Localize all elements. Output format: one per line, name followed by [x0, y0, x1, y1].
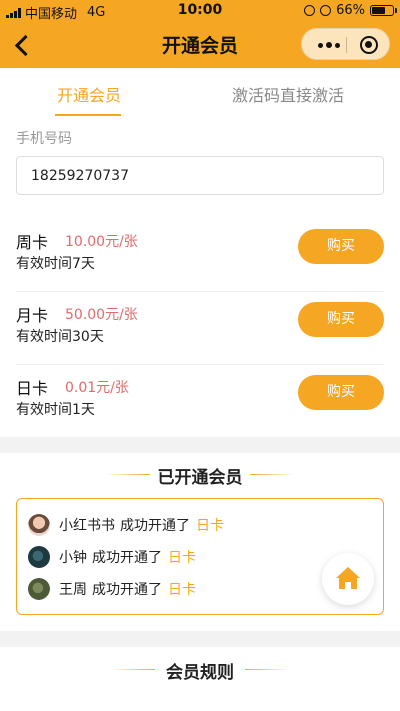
member-user: 王周 [59, 582, 87, 598]
plan-card-week: 周卡 10.00元/张 有效时间7天 购买 [16, 220, 384, 292]
battery-percent: 66% [336, 3, 365, 18]
members-section: 已开通会员 小红书书 成功开通了 日卡 小钟 成功开通了 日卡 王周 成功开通了… [0, 453, 400, 631]
main-panel: 开通会员 激活码直接激活 手机号码 18259270737 周卡 10.00元/… [0, 68, 400, 437]
avatar [28, 546, 50, 568]
member-action: 成功开通了 [92, 582, 162, 598]
buy-button-month[interactable]: 购买 [298, 302, 384, 337]
member-action: 成功开通了 [92, 550, 162, 566]
miniprogram-capsule [301, 28, 390, 60]
member-plan: 日卡 [168, 582, 196, 598]
member-plan: 日卡 [196, 518, 224, 534]
phone-label: 手机号码 [16, 131, 72, 147]
more-icon[interactable] [314, 37, 344, 53]
list-item: 王周 成功开通了 日卡 [28, 577, 196, 601]
plan-name: 月卡 [16, 306, 49, 325]
plan-name: 周卡 [16, 233, 49, 252]
active-tab-indicator [55, 114, 121, 116]
plan-price: 50.00元/张 [65, 307, 138, 323]
plan-period: 有效时间1天 [16, 402, 95, 418]
battery-fill [372, 7, 385, 14]
nav-bar: 开通会员 [0, 22, 400, 68]
member-user: 小钟 [59, 550, 87, 566]
avatar [28, 578, 50, 600]
title-line-right [245, 669, 290, 670]
alarm-icon [320, 5, 332, 16]
tab-activation-code[interactable]: 激活码直接激活 [232, 82, 344, 106]
status-right: 66% [304, 3, 397, 18]
list-item: 小红书书 成功开通了 日卡 [28, 513, 224, 537]
divider [16, 291, 384, 292]
battery-icon [370, 5, 397, 16]
plan-card-month: 月卡 50.00元/张 有效时间30天 购买 [16, 293, 384, 365]
header-bar: 中国移动 4G 10:00 66% 开通会员 [0, 0, 400, 68]
avatar [28, 514, 50, 536]
close-miniprogram-icon[interactable] [360, 36, 378, 54]
tab-open-membership[interactable]: 开通会员 [57, 82, 121, 106]
title-line-right [250, 474, 295, 475]
member-user: 小红书书 [59, 518, 115, 534]
plan-period: 有效时间7天 [16, 256, 95, 272]
plan-name: 日卡 [16, 379, 49, 398]
phone-input[interactable]: 18259270737 [16, 156, 384, 195]
list-item: 小钟 成功开通了 日卡 [28, 545, 196, 569]
buy-button-week[interactable]: 购买 [298, 229, 384, 264]
orientation-lock-icon [304, 5, 316, 16]
plan-period: 有效时间30天 [16, 329, 104, 345]
rules-title: 会员规则 [166, 663, 234, 683]
member-action: 成功开通了 [120, 518, 190, 534]
members-title: 已开通会员 [157, 468, 243, 488]
divider [16, 364, 384, 365]
status-bar: 中国移动 4G 10:00 66% [0, 0, 400, 22]
home-button[interactable] [322, 553, 374, 605]
plan-price: 10.00元/张 [65, 234, 138, 250]
capsule-divider [346, 37, 347, 53]
member-plan: 日卡 [168, 550, 196, 566]
plan-price: 0.01元/张 [65, 380, 129, 396]
tab-bar: 开通会员 激活码直接激活 [0, 68, 400, 120]
home-icon [336, 567, 360, 589]
plan-card-day: 日卡 0.01元/张 有效时间1天 购买 [16, 366, 384, 438]
rules-section: 会员规则 [0, 647, 400, 711]
buy-button-day[interactable]: 购买 [298, 375, 384, 410]
